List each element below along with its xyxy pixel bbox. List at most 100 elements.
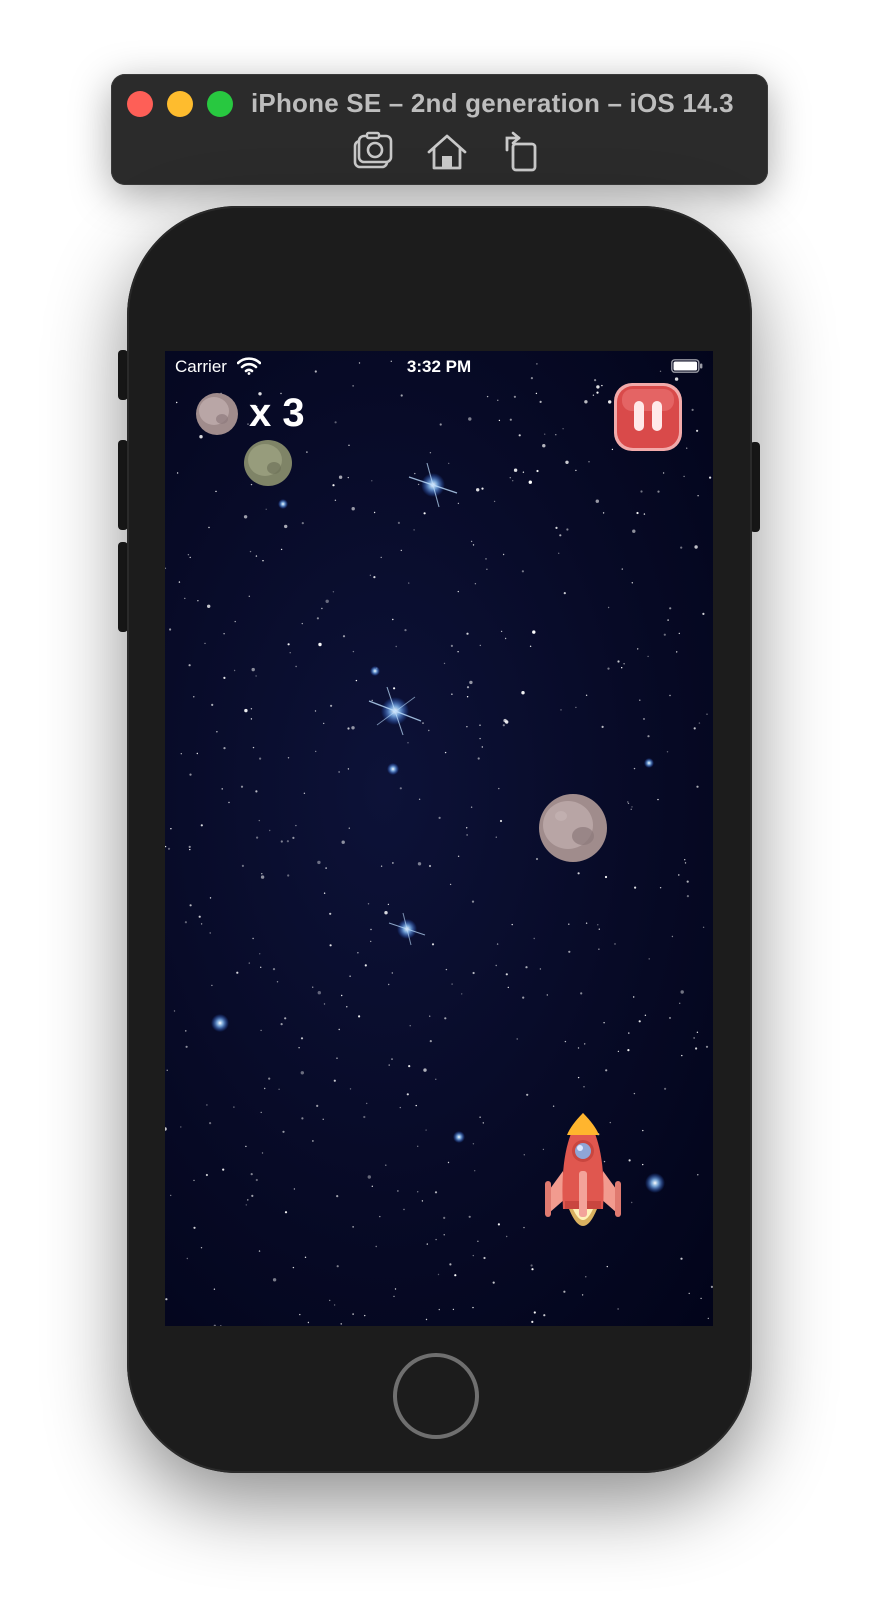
star <box>608 400 612 404</box>
star <box>180 753 182 755</box>
star <box>392 618 394 621</box>
star <box>403 1208 405 1211</box>
star <box>472 1306 474 1309</box>
star <box>679 1002 681 1004</box>
star <box>260 966 262 968</box>
star <box>287 757 290 759</box>
star <box>407 742 409 744</box>
star <box>481 487 484 490</box>
star <box>272 1278 277 1282</box>
star <box>563 592 566 595</box>
star <box>678 632 680 635</box>
star <box>336 1057 338 1059</box>
game-screen[interactable]: Carrier 3:32 PM x 3 <box>165 351 713 1326</box>
home-button[interactable] <box>393 1353 479 1439</box>
star <box>457 651 459 653</box>
star <box>385 1164 387 1166</box>
star <box>603 1022 605 1024</box>
star <box>509 418 512 421</box>
bright-star <box>387 763 399 775</box>
star <box>318 642 322 647</box>
star <box>562 428 564 430</box>
star <box>196 752 198 755</box>
star <box>307 1321 310 1324</box>
star <box>185 1030 187 1032</box>
star <box>395 645 397 648</box>
star <box>472 1254 474 1257</box>
star <box>449 883 452 886</box>
star <box>533 1311 536 1314</box>
star <box>429 1040 432 1043</box>
star <box>245 1204 247 1206</box>
star <box>657 490 660 493</box>
bright-star <box>388 912 426 946</box>
close-window-button[interactable] <box>127 91 153 117</box>
star <box>631 582 633 584</box>
star <box>200 923 203 925</box>
star <box>329 912 332 915</box>
star <box>461 993 463 995</box>
star <box>680 1257 683 1260</box>
star <box>706 713 708 715</box>
lives-count: x 3 <box>249 391 305 435</box>
star <box>165 567 167 569</box>
star <box>531 1268 534 1271</box>
star <box>255 790 258 793</box>
star <box>338 475 343 479</box>
star <box>466 726 468 728</box>
star <box>284 1211 288 1214</box>
star <box>666 751 669 753</box>
star <box>512 480 514 482</box>
star <box>560 709 562 711</box>
star <box>186 1257 188 1260</box>
star <box>170 1194 172 1197</box>
star <box>250 718 253 720</box>
bright-star <box>645 1173 665 1193</box>
star <box>408 1065 411 1068</box>
star <box>528 480 532 484</box>
star <box>694 545 698 549</box>
star <box>255 555 258 557</box>
star <box>468 1215 471 1218</box>
star <box>292 1266 295 1269</box>
star <box>691 408 694 411</box>
minimize-window-button[interactable] <box>167 91 193 117</box>
star <box>417 483 420 486</box>
star <box>366 1102 368 1105</box>
star <box>258 1250 261 1252</box>
bright-star <box>368 686 422 736</box>
star <box>166 1069 168 1071</box>
star <box>466 686 470 689</box>
star <box>643 513 646 515</box>
star <box>584 400 588 404</box>
rotate-icon[interactable] <box>499 130 543 174</box>
star <box>504 637 507 640</box>
star <box>200 1247 203 1249</box>
star <box>255 675 257 677</box>
star <box>671 935 674 938</box>
star <box>584 1043 586 1045</box>
star <box>349 1088 352 1090</box>
star <box>188 664 191 667</box>
rocket-ship[interactable] <box>543 1111 623 1239</box>
star <box>384 911 388 915</box>
home-icon[interactable] <box>425 130 469 174</box>
star <box>530 1264 533 1267</box>
star <box>272 968 276 971</box>
camera-icon[interactable] <box>351 130 395 174</box>
star <box>336 1265 339 1268</box>
star <box>251 667 255 672</box>
star <box>278 1088 280 1090</box>
star <box>529 645 532 647</box>
star <box>598 928 600 930</box>
star <box>709 476 712 479</box>
star <box>342 635 346 638</box>
zoom-window-button[interactable] <box>207 91 233 117</box>
star <box>165 1298 168 1301</box>
star <box>577 1047 580 1049</box>
star <box>639 699 641 701</box>
pause-button[interactable] <box>612 381 684 453</box>
star <box>322 1118 324 1120</box>
star <box>601 725 604 728</box>
star <box>531 1320 534 1323</box>
